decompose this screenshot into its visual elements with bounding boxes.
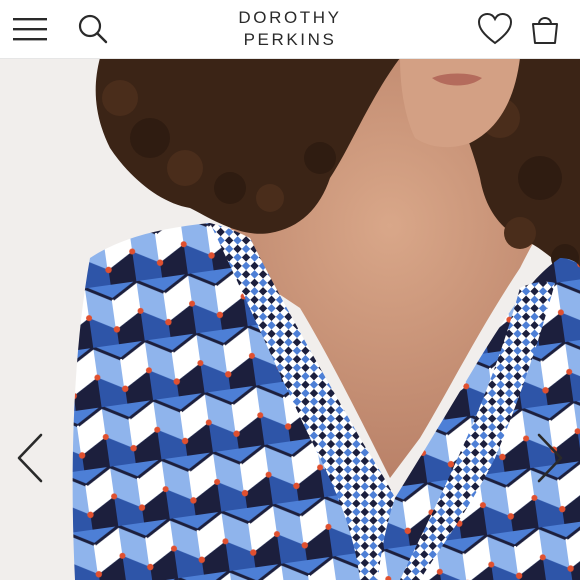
brand-logo[interactable]: DOROTHY PERKINS: [200, 7, 380, 51]
search-button[interactable]: [70, 6, 116, 52]
next-image-button[interactable]: [530, 428, 570, 488]
product-photo: [0, 58, 580, 580]
menu-button[interactable]: [8, 6, 54, 52]
chevron-left-icon: [17, 433, 43, 483]
brand-name-line-2: PERKINS: [243, 30, 337, 49]
previous-image-button[interactable]: [10, 428, 50, 488]
top-navigation-bar: DOROTHY PERKINS: [0, 0, 580, 59]
brand-name-line-1: DOROTHY: [238, 8, 342, 27]
wishlist-button[interactable]: [472, 6, 518, 52]
product-image-gallery[interactable]: [0, 58, 580, 580]
search-icon: [78, 14, 108, 44]
hamburger-menu-icon: [13, 18, 47, 41]
shopping-bag-button[interactable]: [522, 6, 568, 52]
chevron-right-icon: [537, 433, 563, 483]
shopping-bag-icon: [532, 17, 558, 44]
heart-icon: [477, 12, 513, 45]
